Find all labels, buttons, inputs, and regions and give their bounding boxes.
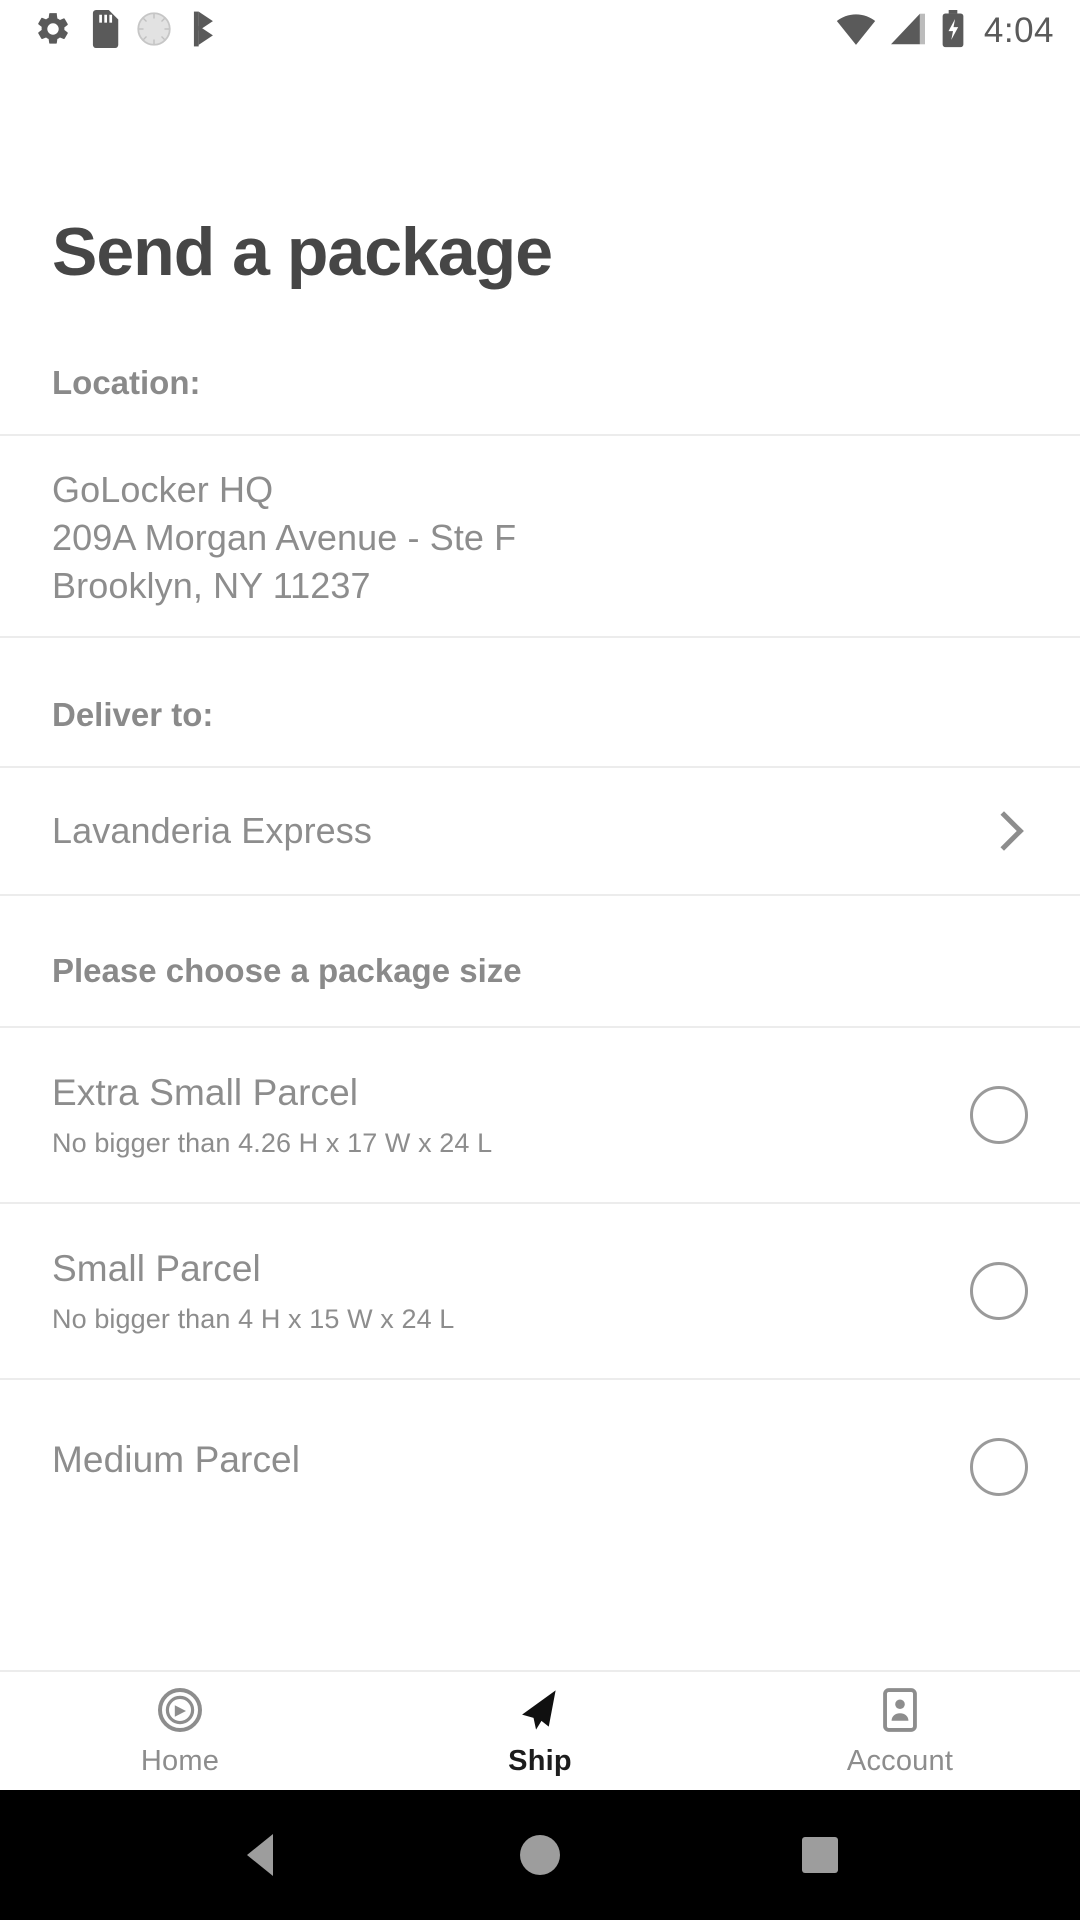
location-section-header: Location: [0, 288, 1080, 434]
tab-label-ship: Ship [508, 1744, 572, 1777]
recents-square-icon [802, 1837, 838, 1873]
bottom-tab-bar: Home Ship Account [0, 1670, 1080, 1790]
location-name: GoLocker HQ [52, 469, 274, 511]
main-content: Send a package Location: GoLocker HQ 209… [0, 62, 1080, 1670]
status-bar-right-icons: 4:04 [836, 9, 1054, 53]
android-recents-button[interactable] [760, 1837, 880, 1873]
settings-gear-icon [34, 10, 72, 53]
deliver-to-row[interactable]: Lavanderia Express [0, 768, 1080, 894]
package-size-texts: Extra Small Parcel No bigger than 4.26 H… [52, 1072, 492, 1159]
page-title: Send a package [52, 214, 553, 290]
package-size-radio[interactable] [970, 1262, 1028, 1321]
package-size-radio[interactable] [970, 1086, 1028, 1145]
back-triangle-icon [247, 1834, 273, 1876]
choose-size-section-header: Please choose a package size [0, 896, 1080, 1026]
chevron-right-icon [984, 811, 1024, 851]
package-size-name: Extra Small Parcel [52, 1071, 359, 1113]
tab-ship[interactable]: Ship [360, 1672, 720, 1790]
android-navigation-bar [0, 1790, 1080, 1920]
wifi-icon [836, 12, 876, 51]
package-size-option-medium[interactable]: Medium Parcel [0, 1380, 1080, 1554]
sync-disc-icon [136, 11, 172, 52]
status-bar-clock: 4:04 [983, 11, 1054, 50]
contact-card-icon [877, 1685, 923, 1735]
package-size-option-small[interactable]: Small Parcel No bigger than 4 H x 15 W x… [0, 1204, 1080, 1378]
deliver-to-section-header: Deliver to: [0, 638, 1080, 766]
tab-home[interactable]: Home [0, 1672, 360, 1790]
status-bar-left-icons [34, 9, 222, 53]
checkmark-flag-icon [188, 10, 222, 53]
package-size-name: Small Parcel [52, 1247, 261, 1289]
location-address: GoLocker HQ 209A Morgan Avenue - Ste F B… [0, 436, 1080, 636]
battery-charging-icon [940, 9, 966, 53]
package-size-name: Medium Parcel [52, 1439, 301, 1481]
package-size-texts: Medium Parcel [52, 1439, 300, 1495]
android-back-button[interactable] [200, 1834, 320, 1876]
choose-size-label: Please choose a package size [52, 952, 522, 990]
package-size-description: No bigger than 4 H x 15 W x 24 L [52, 1303, 455, 1334]
package-size-texts: Small Parcel No bigger than 4 H x 15 W x… [52, 1248, 454, 1335]
package-size-description: No bigger than 4.26 H x 17 W x 24 L [52, 1127, 493, 1158]
package-size-option-extra-small[interactable]: Extra Small Parcel No bigger than 4.26 H… [0, 1028, 1080, 1202]
cellular-signal-icon [889, 12, 927, 51]
deliver-to-value: Lavanderia Express [52, 810, 372, 852]
tab-label-account: Account [846, 1744, 954, 1777]
location-street: 209A Morgan Avenue - Ste F [52, 517, 517, 559]
status-bar: 4:04 [0, 0, 1080, 62]
compass-icon [156, 1685, 204, 1735]
location-city-state-zip: Brooklyn, NY 11237 [52, 565, 371, 607]
android-home-button[interactable] [480, 1835, 600, 1875]
tab-label-home: Home [140, 1744, 220, 1777]
tab-account[interactable]: Account [720, 1672, 1080, 1790]
paper-plane-icon [515, 1685, 565, 1735]
location-label: Location: [52, 364, 201, 402]
phone-screen: 4:04 Send a package Location: GoLocker H… [0, 0, 1080, 1920]
sd-card-icon [88, 9, 120, 53]
home-circle-icon [520, 1835, 560, 1875]
package-size-radio[interactable] [970, 1438, 1028, 1497]
deliver-to-label: Deliver to: [52, 696, 214, 734]
